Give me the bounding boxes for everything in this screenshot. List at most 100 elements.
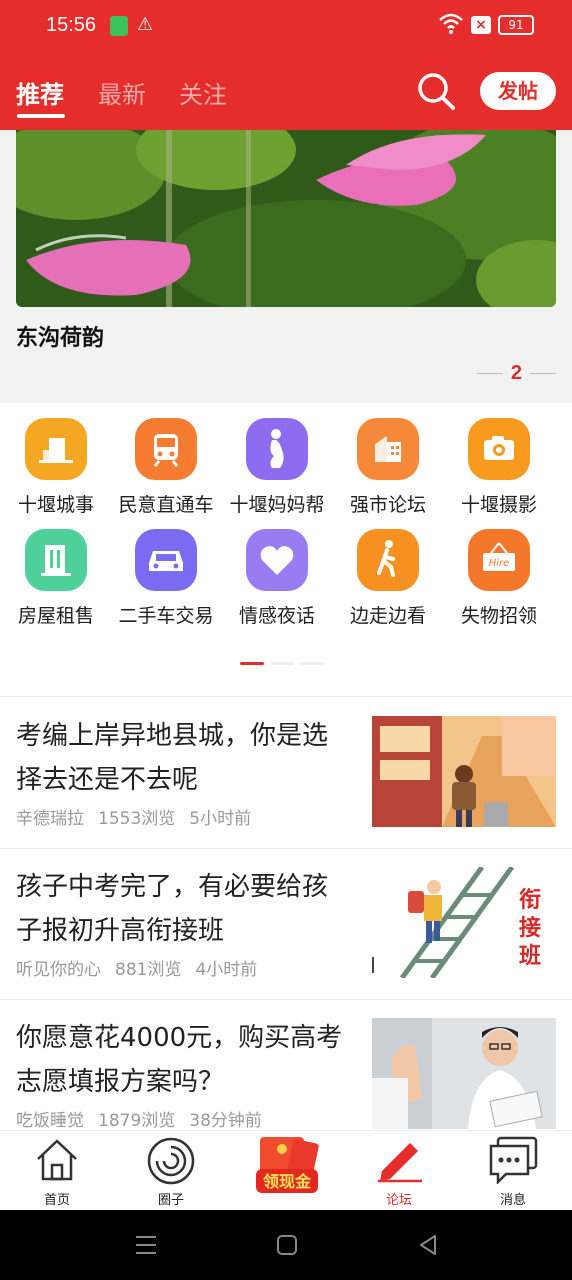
category-label: 失物招领	[460, 605, 537, 627]
building-icon	[25, 418, 87, 480]
page-dot	[270, 662, 294, 665]
nav-forum[interactable]: 论坛	[342, 1131, 456, 1211]
feed-views: 1553浏览	[98, 809, 176, 829]
pager-line	[476, 373, 503, 374]
camera-icon	[468, 418, 530, 480]
category-label: 十堰摄影	[460, 494, 537, 516]
category-mothers[interactable]: 十堰妈妈帮	[221, 418, 333, 517]
bottom-navigation: 首页 圈子 领现金 论坛 消息	[0, 1130, 572, 1210]
page-dot	[300, 662, 324, 665]
banner-pager: 2	[476, 362, 556, 385]
active-tab-indicator	[17, 114, 65, 118]
category-forum[interactable]: 强市论坛	[332, 418, 444, 517]
warning-icon: ⚠	[137, 14, 154, 35]
feed-views: 881浏览	[115, 960, 182, 980]
feed-thumbnail[interactable]	[372, 1018, 556, 1129]
sim-icon	[110, 16, 128, 36]
no-sim-icon: ×	[471, 16, 491, 34]
app-screen: 15:56 ⚠ × 91 推荐 最新 关注 发帖 东沟荷韵 2 十堰城事 民意直…	[0, 0, 572, 1280]
post-button[interactable]: 发帖	[480, 72, 556, 110]
train-icon	[135, 418, 197, 480]
feed-title[interactable]: 孩子中考完了，有必要给孩子报初升高衔接班	[16, 865, 352, 953]
tab-latest[interactable]: 最新	[98, 75, 146, 110]
message-icon	[489, 1136, 538, 1184]
grid-page-indicator	[240, 662, 324, 665]
banner-title: 东沟荷韵	[16, 326, 105, 351]
house-icon	[25, 529, 87, 591]
category-public-opinion[interactable]: 民意直通车	[110, 418, 222, 517]
feed-item[interactable]: 你愿意花4000元，购买高考志愿填报方案吗？ 吃饭睡觉 1879浏览 38分钟前	[0, 1000, 572, 1150]
feed-meta: 听见你的心 881浏览 4小时前	[16, 955, 257, 980]
feed-title[interactable]: 考编上岸异地县城，你是选择去还是不去呢	[16, 714, 352, 802]
menu-icon[interactable]	[134, 1233, 158, 1257]
category-walk-and-see[interactable]: 边走边看	[332, 529, 444, 628]
category-housing[interactable]: 房屋租售	[0, 529, 112, 628]
feed-time: 5小时前	[189, 809, 252, 829]
tab-recommend[interactable]: 推荐	[16, 75, 64, 110]
nav-cash[interactable]: 领现金	[228, 1131, 342, 1211]
category-label: 十堰城事	[17, 494, 94, 516]
feed-thumbnail[interactable]: 衔 接 班	[372, 867, 556, 978]
battery-indicator: 91	[498, 15, 534, 35]
status-time: 15:56	[46, 14, 97, 36]
banner-image[interactable]	[16, 130, 556, 307]
mother-icon	[246, 418, 308, 480]
nav-label: 首页	[43, 1193, 70, 1208]
banner-carousel[interactable]: 东沟荷韵 2	[0, 130, 572, 403]
svg-text:接: 接	[519, 916, 541, 941]
svg-text:班: 班	[519, 944, 541, 969]
category-photography[interactable]: 十堰摄影	[443, 418, 555, 517]
pager-line	[530, 373, 556, 374]
feed-author: 辛德瑞拉	[16, 809, 84, 829]
red-envelope-icon: 领现金	[256, 1137, 319, 1193]
divider	[0, 696, 572, 697]
feed-item[interactable]: 考编上岸异地县城，你是选择去还是不去呢 辛德瑞拉 1553浏览 5小时前	[0, 698, 572, 848]
walker-icon	[357, 529, 419, 591]
circle-icon	[147, 1137, 195, 1185]
feed-time: 4小时前	[195, 960, 258, 980]
feed-title[interactable]: 你愿意花4000元，购买高考志愿填报方案吗？	[16, 1016, 352, 1104]
category-label: 民意直通车	[118, 494, 214, 516]
category-city-affairs[interactable]: 十堰城事	[0, 418, 112, 517]
tab-following[interactable]: 关注	[179, 75, 227, 110]
nav-messages[interactable]: 消息	[456, 1131, 570, 1211]
category-label: 二手车交易	[118, 605, 214, 627]
feed-author: 听见你的心	[16, 960, 101, 980]
back-icon[interactable]	[417, 1234, 439, 1256]
category-label: 情感夜话	[238, 605, 315, 627]
hire-sign-icon: Hire	[468, 529, 530, 591]
nav-label: 圈子	[157, 1193, 184, 1208]
category-label: 房屋租售	[17, 605, 94, 627]
feed-meta: 辛德瑞拉 1553浏览 5小时前	[16, 804, 251, 829]
search-icon[interactable]	[416, 71, 456, 111]
feed-item[interactable]: 孩子中考完了，有必要给孩子报初升高衔接班 听见你的心 881浏览 4小时前 衔	[0, 849, 572, 999]
heart-icon	[246, 529, 308, 591]
nav-label: 消息	[499, 1193, 526, 1208]
home-square-icon[interactable]	[276, 1234, 298, 1256]
page-dot	[240, 662, 264, 665]
svg-text:衔: 衔	[519, 888, 541, 913]
category-label: 十堰妈妈帮	[229, 494, 325, 516]
feed-author: 吃饭睡觉	[16, 1111, 84, 1131]
system-navigation-bar	[0, 1210, 572, 1280]
category-label: 边走边看	[349, 605, 426, 627]
pen-icon	[378, 1143, 422, 1183]
nav-circle[interactable]: 圈子	[114, 1131, 228, 1211]
home-icon	[37, 1139, 77, 1181]
nav-label: 论坛	[385, 1193, 412, 1208]
category-used-cars[interactable]: 二手车交易	[110, 529, 222, 628]
category-lost-found[interactable]: Hire 失物招领	[443, 529, 555, 628]
feed-thumbnail[interactable]	[372, 716, 556, 827]
feed-tabs: 推荐 最新 关注	[0, 70, 400, 120]
car-icon	[135, 529, 197, 591]
svg-text:Hire: Hire	[489, 558, 510, 569]
office-icon	[357, 418, 419, 480]
nav-home[interactable]: 首页	[0, 1131, 114, 1211]
top-bar: 15:56 ⚠ × 91 推荐 最新 关注 发帖	[0, 0, 572, 130]
status-bar: 15:56 ⚠ × 91	[0, 0, 572, 52]
feed-meta: 吃饭睡觉 1879浏览 38分钟前	[16, 1106, 262, 1131]
wifi-icon	[439, 13, 463, 34]
feed-views: 1879浏览	[98, 1111, 176, 1131]
category-label: 强市论坛	[349, 494, 426, 516]
category-night-talk[interactable]: 情感夜话	[221, 529, 333, 628]
